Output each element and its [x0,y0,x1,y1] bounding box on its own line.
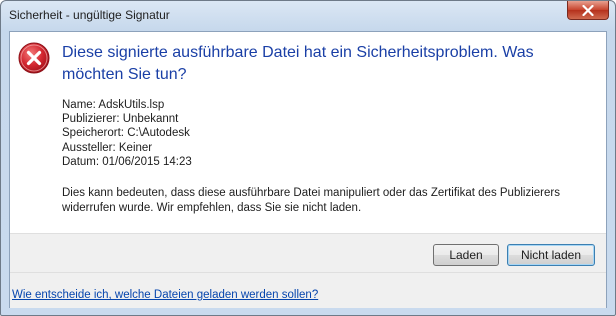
title-bar[interactable]: Sicherheit - ungültige Signatur [1,1,615,31]
footer: Wie entscheide ich, welche Dateien gelad… [10,272,606,308]
dialog-headline: Diese signierte ausführbare Datei hat ei… [62,44,534,83]
dialog-content: Diese signierte ausführbare Datei hat ei… [9,31,607,308]
detail-name: Name: AdskUtils.lsp [62,99,165,111]
warning-text: Dies kann bedeuten, dass diese ausführba… [62,187,560,214]
file-details: Name: AdskUtils.lsp Publizierer: Unbekan… [62,98,192,169]
main-area: Diese signierte ausführbare Datei hat ei… [10,32,606,232]
window-title: Sicherheit - ungültige Signatur [9,8,170,22]
detail-issuer: Aussteller: Keiner [62,141,153,154]
detail-date: Datum: 01/06/2015 14:23 [62,155,192,168]
load-button[interactable]: Laden [433,244,499,266]
error-icon [18,42,50,74]
dialog-window: Sicherheit - ungültige Signatur Diese si… [0,0,616,316]
help-link[interactable]: Wie entscheide ich, welche Dateien gelad… [12,289,318,301]
close-icon [582,4,594,16]
do-not-load-button[interactable]: Nicht laden [507,244,595,266]
close-button[interactable] [567,1,609,20]
button-bar: Laden Nicht laden [10,233,606,272]
detail-publisher: Publizierer: Unbekannt [62,113,179,126]
detail-location: Speicherort: C:\Autodesk [62,127,190,140]
